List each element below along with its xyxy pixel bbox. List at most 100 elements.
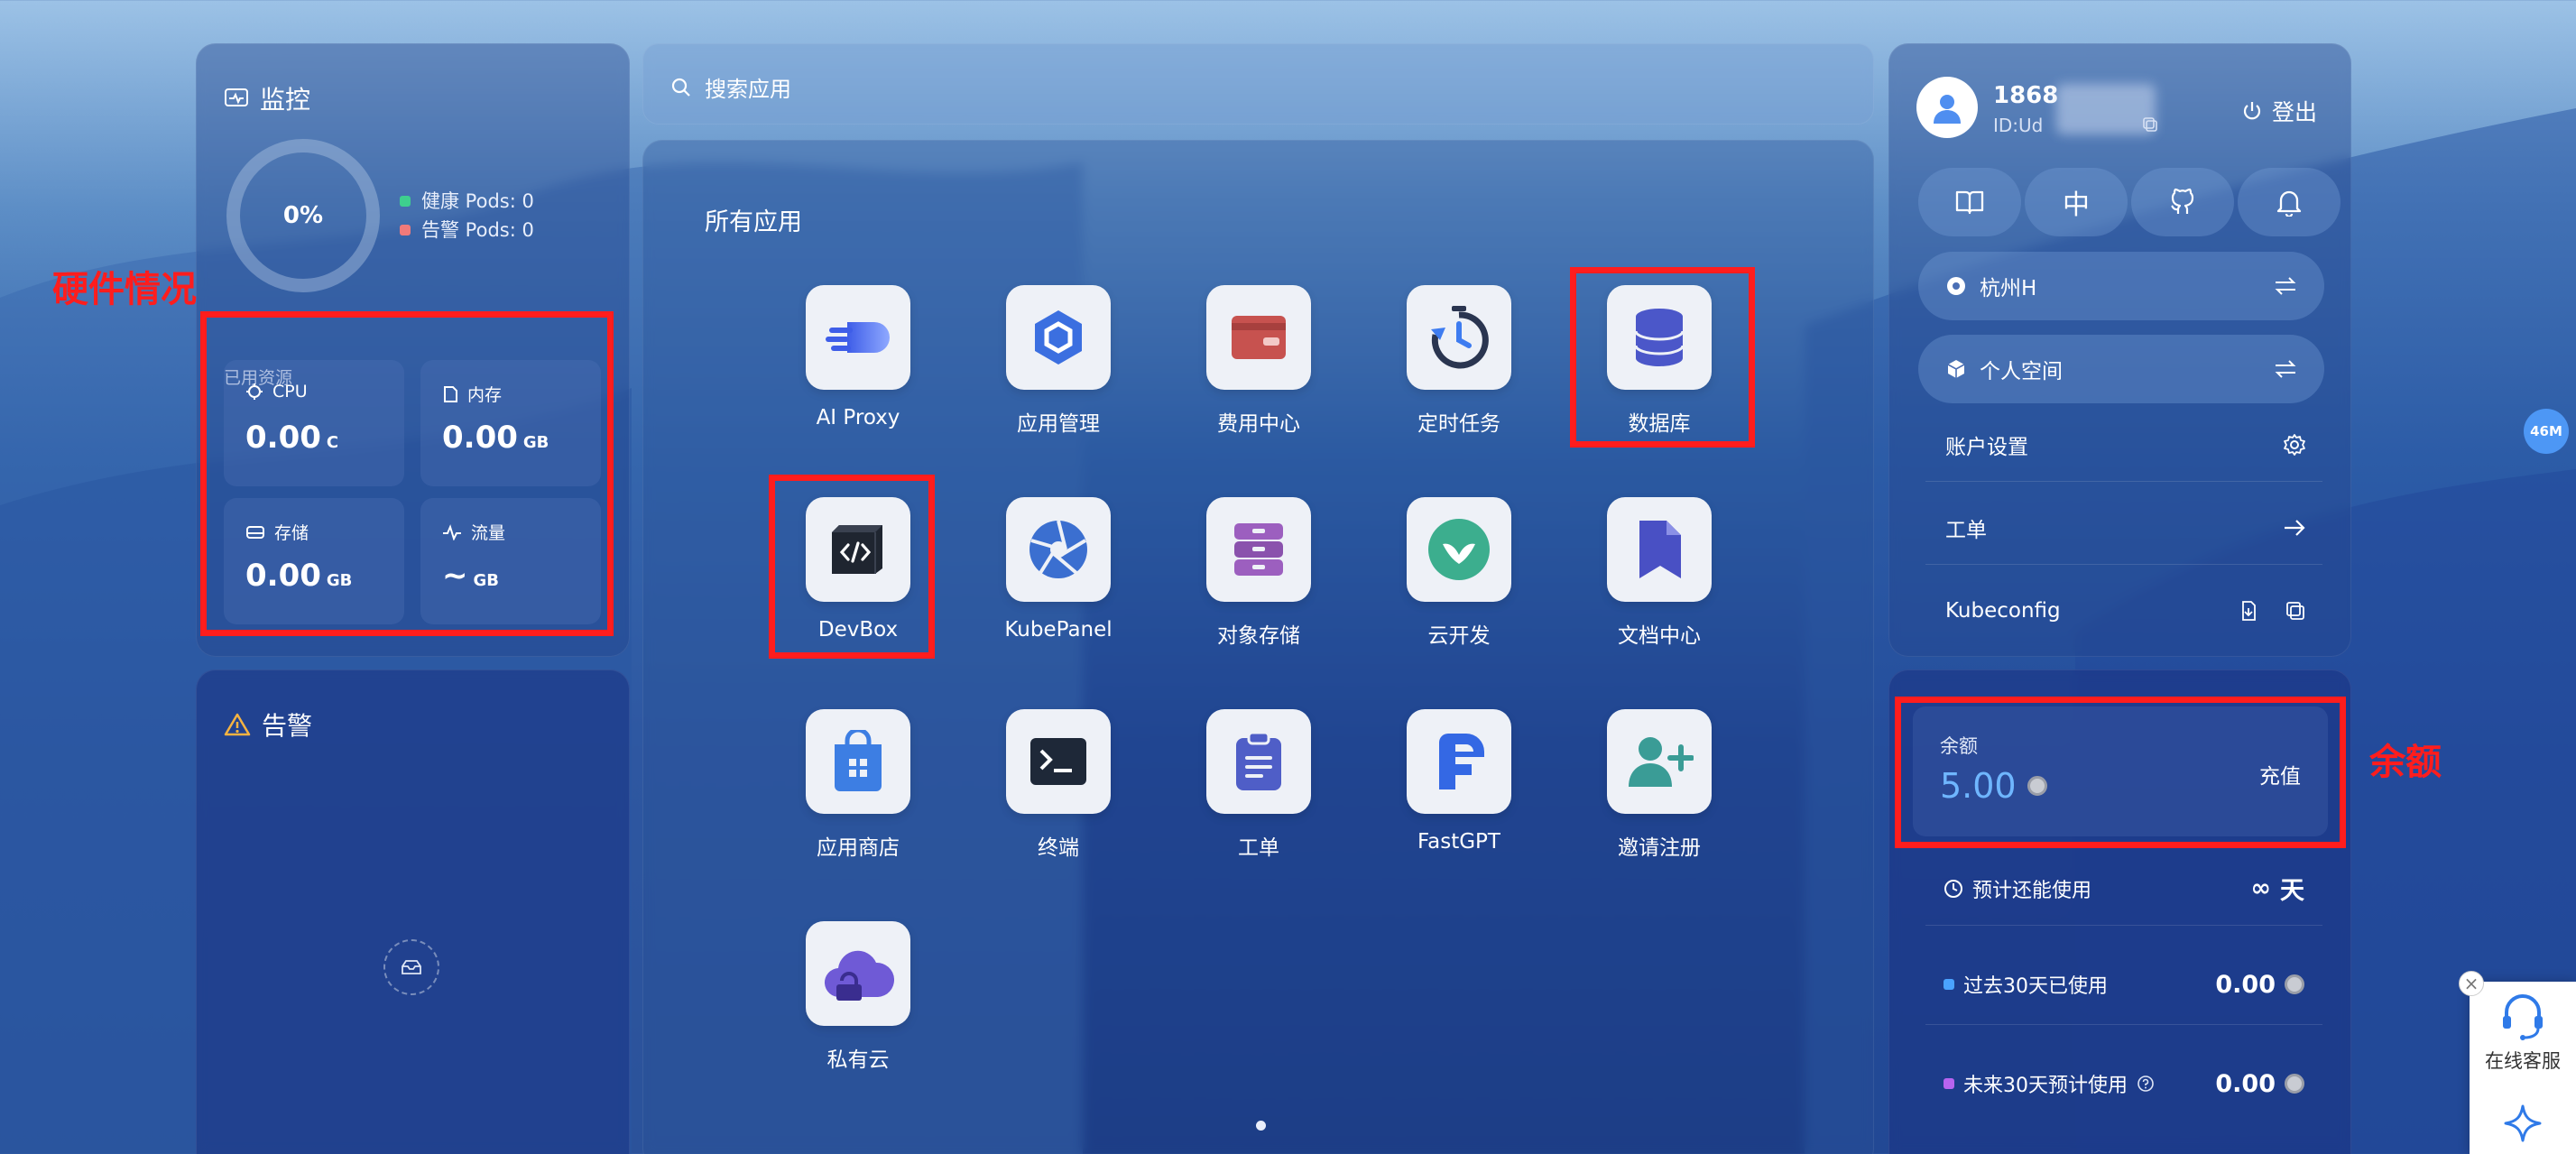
app-private-cloud[interactable]: 私有云 [768,921,948,1102]
app-label: 私有云 [826,1048,890,1072]
wallet-icon [1206,285,1311,390]
app-label: 文档中心 [1618,624,1701,648]
memory-badge[interactable]: 46M [2524,409,2569,454]
app-label: AI Proxy [816,406,900,429]
workspace-selector[interactable]: 个人空间 [1918,335,2324,403]
alert-title-text: 告警 [262,711,313,741]
cube-icon [1947,360,1965,378]
copy-icon[interactable] [2142,116,2158,133]
past30-dot [1944,979,1954,990]
cloud-dev-icon [1407,497,1511,602]
docs-icon [1607,497,1712,602]
language-label: 中 [2063,189,2090,221]
help-icon[interactable] [2137,1075,2155,1093]
app-object-storage[interactable]: 对象存储 [1168,497,1349,678]
annotation-box-database [1570,267,1755,448]
divider [1925,564,2322,565]
past30-row: 过去30天已使用 0.00 [1944,970,2304,999]
app-fastgpt[interactable]: FastGPT [1369,709,1549,890]
search-input[interactable]: 搜索应用 [705,71,791,103]
close-icon[interactable]: × [2459,971,2484,996]
annotation-box-devbox [769,475,935,659]
annotation-balance: 余额 [2369,742,2442,783]
past30-amount: 0.00 [2215,970,2276,999]
power-icon [2243,102,2261,120]
workspace-label: 个人空间 [1980,360,2063,383]
infinity-value: ∞ [2250,874,2272,902]
app-kubepanel[interactable]: KubePanel [968,497,1149,678]
language-button[interactable]: 中 [2025,168,2128,236]
github-button[interactable] [2131,168,2234,236]
next30-label: 未来30天预计使用 [1963,1075,2128,1097]
account-settings-label: 账户设置 [1945,436,2028,459]
annotation-box-balance [1895,697,2346,848]
ticket-row[interactable]: 工单 [1945,501,2306,555]
kubeconfig-label: Kubeconfig [1945,599,2061,623]
arrow-right-icon [2285,520,2305,536]
app-cron[interactable]: 定时任务 [1369,285,1549,466]
app-label: KubePanel [1004,618,1113,642]
download-icon[interactable] [2238,600,2259,622]
pod-ring-chart: 0% [226,139,380,292]
sparkle-icon [2504,1104,2542,1142]
app-app-manage[interactable]: 应用管理 [968,285,1149,466]
app-billing[interactable]: 费用中心 [1168,285,1349,466]
monitor-icon [225,88,248,106]
pager-dot[interactable] [1256,1121,1266,1131]
online-service-widget[interactable]: 在线客服 [2470,982,2576,1154]
app-label: 应用商店 [817,836,900,860]
monitor-title: 监控 [224,80,310,116]
estimate-label: 预计还能使用 [1972,879,2092,902]
app-label: 定时任务 [1417,412,1500,436]
healthy-dot [400,196,411,207]
app-terminal[interactable]: 终端 [968,709,1149,890]
avatar[interactable] [1916,77,1978,138]
app-invite[interactable]: 邀请注册 [1569,709,1750,890]
github-icon [2171,188,2194,214]
app-ticket[interactable]: 工单 [1168,709,1349,890]
clock-icon [1944,879,1962,898]
search-inner: 搜索应用 [670,71,791,103]
app-label: 费用中心 [1217,412,1300,436]
docs-button[interactable] [1918,168,2021,236]
notification-button[interactable] [2238,168,2341,236]
logout-label: 登出 [2272,99,2318,125]
gear-icon [2284,434,2305,456]
next30-dot [1944,1078,1954,1089]
next30-value: 0.00 [2215,1070,2304,1098]
kubeconfig-row[interactable]: Kubeconfig [1945,584,2306,638]
search-bar[interactable]: 搜索应用 [642,43,1874,125]
search-icon [671,78,690,97]
alert-panel: 告警 [196,669,630,1154]
copy-icon[interactable] [2285,600,2306,622]
pod-percent: 0% [282,202,324,229]
estimate-value: ∞ 天 [2251,871,2305,906]
warning-icon [224,713,251,736]
healthy-pods-text: 健康 Pods: 0 [421,190,534,212]
app-label: 云开发 [1427,624,1491,648]
coin-icon [2285,974,2304,994]
annotation-hardware: 硬件情况 [52,269,197,310]
legend-alert: 告警 Pods: 0 [400,216,534,245]
alert-dot [400,225,411,235]
region-selector[interactable]: 杭州H [1918,252,2324,320]
redacted-area [2056,84,2156,134]
past30-label: 过去30天已使用 [1963,975,2108,998]
monitor-title-text: 监控 [260,85,311,115]
app-label: 应用管理 [1017,412,1100,436]
logout-button[interactable]: 登出 [2241,95,2317,127]
app-store[interactable]: 应用商店 [768,709,948,890]
app-manage-icon [1006,285,1111,390]
app-label: 邀请注册 [1618,836,1701,860]
app-cloud-dev[interactable]: 云开发 [1369,497,1549,678]
user-id: ID:Ud [1993,115,2044,136]
switch-icon [2275,277,2296,295]
app-ai-proxy[interactable]: AI Proxy [768,285,948,466]
account-settings-row[interactable]: 账户设置 [1945,418,2306,472]
estimate-unit: 天 [2280,877,2304,905]
pod-legend: 健康 Pods: 0 告警 Pods: 0 [400,187,534,245]
app-docs[interactable]: 文档中心 [1569,497,1750,678]
coin-icon [2285,1074,2304,1094]
fastgpt-icon [1407,709,1511,814]
next30-amount: 0.00 [2215,1069,2276,1098]
